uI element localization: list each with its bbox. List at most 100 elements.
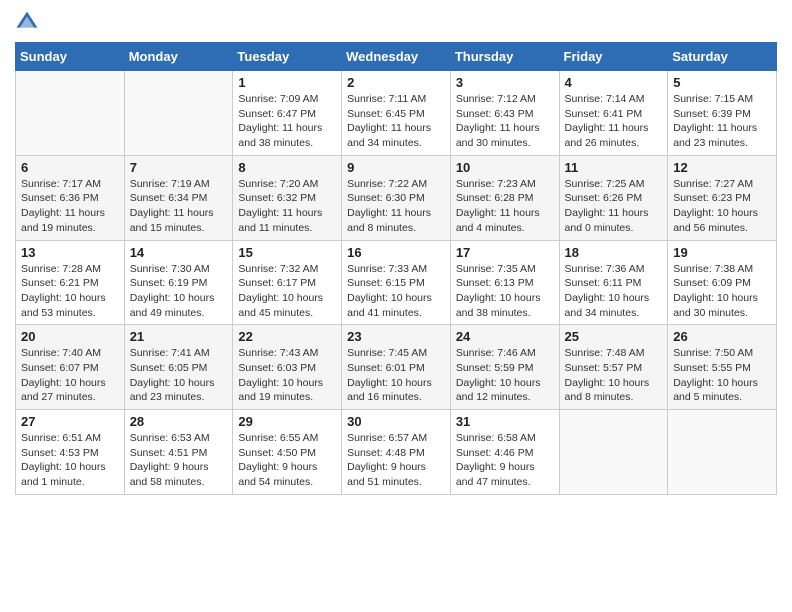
day-number: 18 (565, 245, 663, 260)
calendar-cell (668, 410, 777, 495)
calendar-cell: 6 Sunrise: 7:17 AM Sunset: 6:36 PM Daylig… (16, 155, 125, 240)
day-info: Sunrise: 7:46 AM Sunset: 5:59 PM Dayligh… (456, 346, 554, 405)
day-info: Sunrise: 7:22 AM Sunset: 6:30 PM Dayligh… (347, 177, 445, 236)
day-number: 16 (347, 245, 445, 260)
day-number: 4 (565, 75, 663, 90)
calendar-cell: 4 Sunrise: 7:14 AM Sunset: 6:41 PM Daylig… (559, 71, 668, 156)
weekday-header-wednesday: Wednesday (342, 43, 451, 71)
calendar-cell: 9 Sunrise: 7:22 AM Sunset: 6:30 PM Daylig… (342, 155, 451, 240)
calendar-cell: 16 Sunrise: 7:33 AM Sunset: 6:15 PM Dayli… (342, 240, 451, 325)
day-number: 12 (673, 160, 771, 175)
day-number: 17 (456, 245, 554, 260)
day-info: Sunrise: 7:12 AM Sunset: 6:43 PM Dayligh… (456, 92, 554, 151)
calendar-week-4: 27Sunrise: 6:51 AM Sunset: 4:53 PM Dayli… (16, 410, 777, 495)
logo-icon (15, 10, 39, 34)
calendar-cell: 11Sunrise: 7:25 AM Sunset: 6:26 PM Dayli… (559, 155, 668, 240)
day-info: Sunrise: 7:15 AM Sunset: 6:39 PM Dayligh… (673, 92, 771, 151)
calendar-cell: 30Sunrise: 6:57 AM Sunset: 4:48 PM Dayli… (342, 410, 451, 495)
day-number: 25 (565, 329, 663, 344)
day-info: Sunrise: 7:45 AM Sunset: 6:01 PM Dayligh… (347, 346, 445, 405)
page-header (15, 10, 777, 34)
day-info: Sunrise: 7:23 AM Sunset: 6:28 PM Dayligh… (456, 177, 554, 236)
day-number: 29 (238, 414, 336, 429)
calendar-cell (16, 71, 125, 156)
calendar-cell: 23 Sunrise: 7:45 AM Sunset: 6:01 PM Dayli… (342, 325, 451, 410)
day-number: 2 (347, 75, 445, 90)
weekday-header-saturday: Saturday (668, 43, 777, 71)
day-info: Sunrise: 6:57 AM Sunset: 4:48 PM Dayligh… (347, 431, 445, 490)
day-info: Sunrise: 7:17 AM Sunset: 6:36 PM Dayligh… (21, 177, 119, 236)
weekday-header-sunday: Sunday (16, 43, 125, 71)
day-number: 24 (456, 329, 554, 344)
calendar-cell: 12 Sunrise: 7:27 AM Sunset: 6:23 PM Dayli… (668, 155, 777, 240)
calendar-week-2: 13 Sunrise: 7:28 AM Sunset: 6:21 PM Dayli… (16, 240, 777, 325)
calendar-cell: 3 Sunrise: 7:12 AM Sunset: 6:43 PM Daylig… (450, 71, 559, 156)
day-info: Sunrise: 7:38 AM Sunset: 6:09 PM Dayligh… (673, 262, 771, 321)
calendar-cell: 2Sunrise: 7:11 AM Sunset: 6:45 PM Daylig… (342, 71, 451, 156)
weekday-header-monday: Monday (124, 43, 233, 71)
day-number: 15 (238, 245, 336, 260)
calendar-cell: 14 Sunrise: 7:30 AM Sunset: 6:19 PM Dayli… (124, 240, 233, 325)
day-info: Sunrise: 6:51 AM Sunset: 4:53 PM Dayligh… (21, 431, 119, 490)
day-info: Sunrise: 7:20 AM Sunset: 6:32 PM Dayligh… (238, 177, 336, 236)
calendar-week-1: 6 Sunrise: 7:17 AM Sunset: 6:36 PM Daylig… (16, 155, 777, 240)
weekday-header-friday: Friday (559, 43, 668, 71)
day-info: Sunrise: 7:14 AM Sunset: 6:41 PM Dayligh… (565, 92, 663, 151)
day-number: 26 (673, 329, 771, 344)
calendar-cell: 5 Sunrise: 7:15 AM Sunset: 6:39 PM Daylig… (668, 71, 777, 156)
day-number: 22 (238, 329, 336, 344)
calendar-cell: 13 Sunrise: 7:28 AM Sunset: 6:21 PM Dayli… (16, 240, 125, 325)
calendar-cell: 7 Sunrise: 7:19 AM Sunset: 6:34 PM Daylig… (124, 155, 233, 240)
calendar-cell: 28Sunrise: 6:53 AM Sunset: 4:51 PM Dayli… (124, 410, 233, 495)
calendar-cell: 10 Sunrise: 7:23 AM Sunset: 6:28 PM Dayli… (450, 155, 559, 240)
day-info: Sunrise: 6:58 AM Sunset: 4:46 PM Dayligh… (456, 431, 554, 490)
day-number: 14 (130, 245, 228, 260)
day-info: Sunrise: 7:32 AM Sunset: 6:17 PM Dayligh… (238, 262, 336, 321)
calendar-week-3: 20Sunrise: 7:40 AM Sunset: 6:07 PM Dayli… (16, 325, 777, 410)
day-number: 7 (130, 160, 228, 175)
calendar-cell: 17 Sunrise: 7:35 AM Sunset: 6:13 PM Dayli… (450, 240, 559, 325)
day-info: Sunrise: 7:41 AM Sunset: 6:05 PM Dayligh… (130, 346, 228, 405)
day-info: Sunrise: 7:33 AM Sunset: 6:15 PM Dayligh… (347, 262, 445, 321)
calendar-cell: 31 Sunrise: 6:58 AM Sunset: 4:46 PM Dayli… (450, 410, 559, 495)
day-info: Sunrise: 7:35 AM Sunset: 6:13 PM Dayligh… (456, 262, 554, 321)
calendar-cell: 29 Sunrise: 6:55 AM Sunset: 4:50 PM Dayli… (233, 410, 342, 495)
calendar-cell (559, 410, 668, 495)
calendar-cell: 22Sunrise: 7:43 AM Sunset: 6:03 PM Dayli… (233, 325, 342, 410)
day-number: 31 (456, 414, 554, 429)
day-number: 5 (673, 75, 771, 90)
day-number: 9 (347, 160, 445, 175)
calendar-cell: 1 Sunrise: 7:09 AM Sunset: 6:47 PM Daylig… (233, 71, 342, 156)
day-number: 19 (673, 245, 771, 260)
calendar-cell: 18 Sunrise: 7:36 AM Sunset: 6:11 PM Dayli… (559, 240, 668, 325)
calendar-week-0: 1 Sunrise: 7:09 AM Sunset: 6:47 PM Daylig… (16, 71, 777, 156)
calendar-cell (124, 71, 233, 156)
day-number: 6 (21, 160, 119, 175)
logo (15, 10, 43, 34)
calendar-cell: 21Sunrise: 7:41 AM Sunset: 6:05 PM Dayli… (124, 325, 233, 410)
day-info: Sunrise: 7:27 AM Sunset: 6:23 PM Dayligh… (673, 177, 771, 236)
day-number: 23 (347, 329, 445, 344)
calendar-cell: 20Sunrise: 7:40 AM Sunset: 6:07 PM Dayli… (16, 325, 125, 410)
day-number: 13 (21, 245, 119, 260)
calendar-cell: 26 Sunrise: 7:50 AM Sunset: 5:55 PM Dayli… (668, 325, 777, 410)
calendar-cell: 8Sunrise: 7:20 AM Sunset: 6:32 PM Daylig… (233, 155, 342, 240)
day-info: Sunrise: 7:48 AM Sunset: 5:57 PM Dayligh… (565, 346, 663, 405)
day-number: 3 (456, 75, 554, 90)
calendar-cell: 15 Sunrise: 7:32 AM Sunset: 6:17 PM Dayli… (233, 240, 342, 325)
weekday-header-thursday: Thursday (450, 43, 559, 71)
day-info: Sunrise: 7:36 AM Sunset: 6:11 PM Dayligh… (565, 262, 663, 321)
day-number: 10 (456, 160, 554, 175)
calendar-table: SundayMondayTuesdayWednesdayThursdayFrid… (15, 42, 777, 495)
calendar-cell: 27Sunrise: 6:51 AM Sunset: 4:53 PM Dayli… (16, 410, 125, 495)
day-info: Sunrise: 7:50 AM Sunset: 5:55 PM Dayligh… (673, 346, 771, 405)
day-number: 1 (238, 75, 336, 90)
day-info: Sunrise: 7:19 AM Sunset: 6:34 PM Dayligh… (130, 177, 228, 236)
day-info: Sunrise: 7:28 AM Sunset: 6:21 PM Dayligh… (21, 262, 119, 321)
day-number: 11 (565, 160, 663, 175)
day-info: Sunrise: 6:55 AM Sunset: 4:50 PM Dayligh… (238, 431, 336, 490)
day-info: Sunrise: 7:09 AM Sunset: 6:47 PM Dayligh… (238, 92, 336, 151)
day-number: 28 (130, 414, 228, 429)
day-info: Sunrise: 7:30 AM Sunset: 6:19 PM Dayligh… (130, 262, 228, 321)
calendar-cell: 24 Sunrise: 7:46 AM Sunset: 5:59 PM Dayli… (450, 325, 559, 410)
